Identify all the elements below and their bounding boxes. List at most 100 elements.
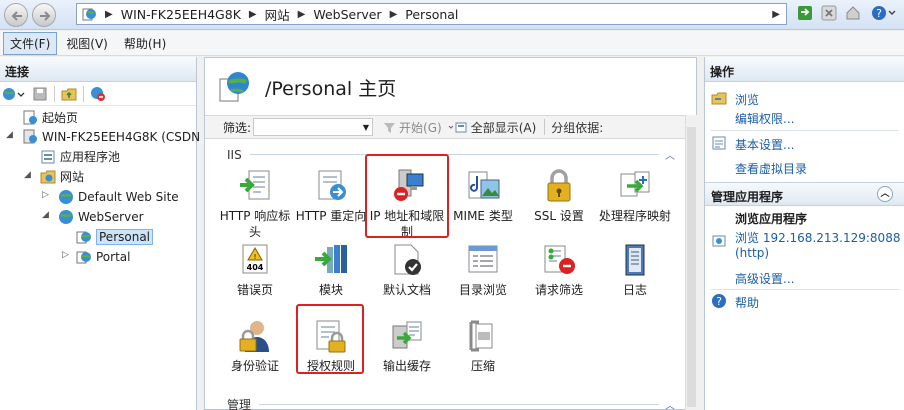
refresh-button[interactable]: [795, 3, 815, 23]
feature-error-pages[interactable]: ! 404 错误页: [217, 242, 293, 298]
feature-ssl-settings[interactable]: SSL 设置: [521, 168, 597, 224]
action-browse-address[interactable]: 浏览 192.168.213.129:8088: [735, 229, 900, 246]
logging-icon: [625, 244, 645, 276]
group-header-iis[interactable]: IIS ︿: [227, 147, 675, 163]
connect-globe-icon[interactable]: [2, 86, 26, 102]
app-globe-large-icon: [219, 72, 249, 102]
feature-http-response-headers[interactable]: HTTP 响应标头: [217, 168, 293, 240]
feature-http-redirect[interactable]: HTTP 重定向: [293, 168, 369, 224]
group-by-button[interactable]: 分组依据:: [551, 119, 603, 136]
action-advanced-settings[interactable]: 高级设置...: [735, 270, 794, 287]
address-dropdown[interactable]: ▶: [772, 9, 780, 20]
feature-request-filtering[interactable]: 请求筛选: [521, 242, 597, 298]
feature-compression[interactable]: 压缩: [445, 318, 521, 374]
action-browse[interactable]: 浏览: [735, 91, 759, 108]
toolbar-divider: [83, 85, 84, 102]
action-view-virtual-dirs[interactable]: 查看虚拟目录: [735, 160, 807, 177]
output-caching-icon: [392, 321, 422, 349]
address-toolbar: ▶ WIN-FK25EEH4G8K ▶ 网站 ▶ WebServer ▶ Per…: [0, 0, 904, 30]
browse-app-heading: 浏览应用程序: [735, 212, 808, 226]
back-button[interactable]: [4, 3, 28, 27]
group-title: IIS: [227, 147, 242, 162]
app-pool-icon: [41, 150, 55, 163]
forward-arrow-icon: [40, 11, 51, 21]
feature-logging[interactable]: 日志: [597, 242, 673, 298]
collapse-icon[interactable]: ︿: [665, 147, 675, 162]
disconnect-icon[interactable]: [90, 86, 106, 102]
home-button[interactable]: [843, 3, 863, 23]
forward-button[interactable]: [32, 3, 56, 27]
folder-up-icon[interactable]: [61, 86, 77, 102]
show-all-label: 全部显示(A): [470, 120, 537, 135]
collapse-icon[interactable]: ︿: [877, 186, 893, 202]
show-all-button[interactable]: 全部显示(A): [448, 119, 537, 136]
tree-label: 网站: [60, 170, 85, 184]
features-scrollbar[interactable]: [685, 115, 697, 410]
menu-help[interactable]: 帮助(H): [117, 32, 173, 55]
action-help[interactable]: 帮助: [735, 294, 759, 311]
tree-item-portal[interactable]: Portal: [76, 247, 130, 266]
start-filter-button[interactable]: 开始(G): [383, 119, 442, 136]
filter-label: 筛选:: [223, 120, 252, 135]
features-view: /Personal 主页 筛选: ▼ 开始(G) 全部显示(A) 分组依据: I…: [204, 57, 697, 410]
filter-input[interactable]: ▼: [253, 118, 374, 136]
action-edit-permissions[interactable]: 编辑权限...: [735, 110, 794, 127]
menu-view[interactable]: 视图(V): [59, 32, 115, 55]
save-icon[interactable]: [32, 86, 48, 102]
compression-icon: [469, 320, 493, 352]
crumb-separator: ▶: [105, 8, 113, 20]
tree-item-server[interactable]: WIN-FK25EEH4G8K (CSDN: [22, 127, 200, 146]
tree-item-app-pools[interactable]: 应用程序池: [40, 147, 120, 166]
toolbar-divider: [544, 119, 546, 135]
breadcrumb-webserver[interactable]: WebServer: [313, 7, 381, 22]
menu-bar: 文件(F) 视图(V) 帮助(H): [0, 31, 904, 56]
feature-output-caching[interactable]: 输出缓存: [369, 318, 445, 374]
browse-link-icon: [712, 235, 726, 247]
group-divider: [259, 404, 659, 405]
help-icon: ?: [712, 294, 726, 308]
tree-label: 应用程序池: [60, 150, 121, 164]
feature-label: 默认文档: [382, 283, 431, 297]
feature-directory-browsing[interactable]: 目录浏览: [445, 242, 521, 298]
help-menu-button[interactable]: ?: [869, 3, 899, 23]
connections-title: 连接: [0, 57, 196, 82]
feature-label: 输出缓存: [382, 359, 431, 373]
stop-button[interactable]: [819, 3, 839, 23]
tree-item-personal[interactable]: Personal: [76, 227, 154, 246]
dropdown-arrow-icon[interactable]: ▼: [363, 123, 369, 132]
tree-item-start-page[interactable]: 起始页: [22, 108, 78, 127]
breadcrumb-sites[interactable]: 网站: [265, 5, 290, 24]
feature-modules[interactable]: 模块: [293, 242, 369, 298]
tree-item-sites[interactable]: 网站: [40, 167, 84, 186]
svg-text:?: ?: [716, 295, 722, 308]
feature-authentication[interactable]: 身份验证: [217, 318, 293, 374]
feature-mime-types[interactable]: MIME 类型: [445, 168, 521, 224]
feature-label: 身份验证: [230, 359, 279, 373]
scrollbar-thumb[interactable]: [687, 127, 696, 407]
actions-divider: [711, 130, 899, 131]
tree-expander-icon[interactable]: ▷: [62, 250, 69, 260]
globe-icon: [59, 209, 73, 224]
action-browse-protocol[interactable]: (http): [735, 246, 769, 260]
tree-label: 起始页: [42, 111, 79, 125]
tree-expander-icon[interactable]: ◢: [24, 170, 31, 180]
feature-label: 模块: [318, 283, 343, 297]
tree-expander-icon[interactable]: ▷: [42, 190, 49, 200]
address-bar[interactable]: ▶ WIN-FK25EEH4G8K ▶ 网站 ▶ WebServer ▶ Per…: [76, 3, 787, 25]
tree-label: Personal: [96, 228, 154, 245]
tree-expander-icon[interactable]: ◢: [6, 130, 13, 140]
action-basic-settings[interactable]: 基本设置...: [735, 136, 794, 153]
tree-item-default-web-site[interactable]: Default Web Site: [58, 187, 179, 206]
globe-icon: [59, 189, 73, 204]
collapse-icon[interactable]: ︿: [665, 397, 675, 410]
breadcrumb-personal[interactable]: Personal: [405, 7, 458, 22]
breadcrumb-server[interactable]: WIN-FK25EEH4G8K: [121, 7, 241, 22]
feature-label: 日志: [622, 283, 647, 297]
menu-file[interactable]: 文件(F): [3, 31, 58, 55]
feature-label: 目录浏览: [458, 283, 507, 297]
feature-default-document[interactable]: 默认文档: [369, 242, 445, 298]
group-header-manage[interactable]: 管理 ︿: [227, 396, 675, 410]
tree-expander-icon[interactable]: ◢: [42, 210, 49, 220]
tree-item-webserver[interactable]: WebServer: [58, 207, 144, 226]
feature-handler-mappings[interactable]: 处理程序映射: [597, 168, 673, 224]
